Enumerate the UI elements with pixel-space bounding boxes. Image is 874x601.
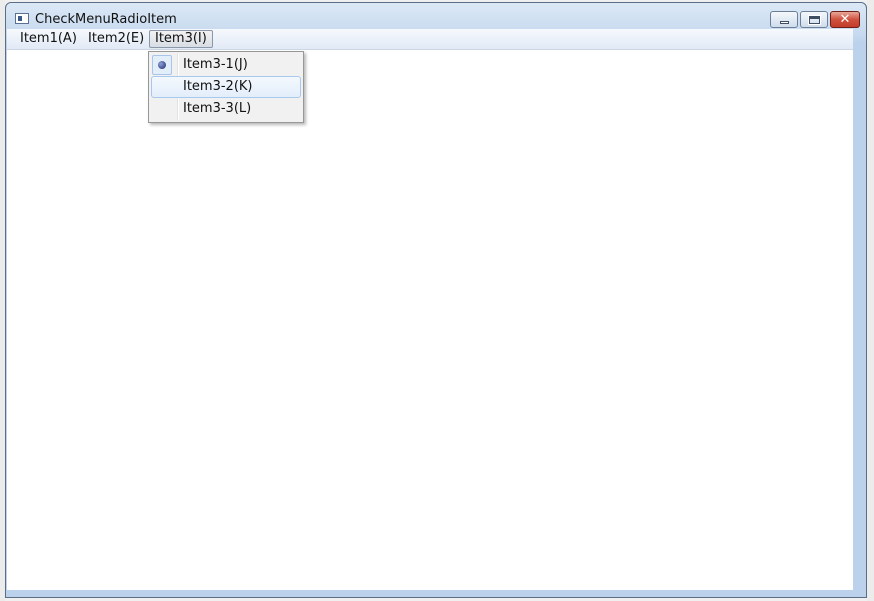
minimize-icon	[771, 12, 797, 27]
minimize-button[interactable]	[770, 11, 798, 28]
application-window-icon[interactable]	[15, 13, 29, 24]
radio-check-box	[152, 55, 172, 75]
menu-item3[interactable]: Item3(I)	[149, 30, 213, 48]
menu-item3-2[interactable]: Item3-2(K)	[151, 76, 301, 98]
item3-dropdown-menu: Item3-1(J) Item3-2(K) Item3-3(L)	[148, 51, 304, 123]
menu-item-label: Item3-3(L)	[183, 101, 252, 116]
menu-item1[interactable]: Item1(A)	[15, 30, 82, 48]
menu-item2[interactable]: Item2(E)	[83, 30, 149, 48]
menu-item-label: Item3-1(J)	[183, 57, 248, 72]
window-title: CheckMenuRadioItem	[35, 12, 177, 27]
caption-buttons: ✕	[770, 11, 860, 28]
maximize-button[interactable]	[800, 11, 828, 28]
close-button[interactable]: ✕	[830, 11, 860, 28]
close-icon: ✕	[839, 12, 851, 27]
background-window-right-edge	[867, 0, 874, 601]
menu-item-label: Item3-2(K)	[183, 79, 253, 94]
menu-item3-3[interactable]: Item3-3(L)	[151, 98, 301, 120]
radio-bullet-icon	[158, 61, 166, 69]
maximize-icon	[801, 12, 827, 27]
menu-item3-1[interactable]: Item3-1(J)	[151, 54, 301, 76]
menu-bar: Item1(A) Item2(E) Item3(I)	[7, 29, 853, 49]
client-area[interactable]	[7, 49, 853, 590]
